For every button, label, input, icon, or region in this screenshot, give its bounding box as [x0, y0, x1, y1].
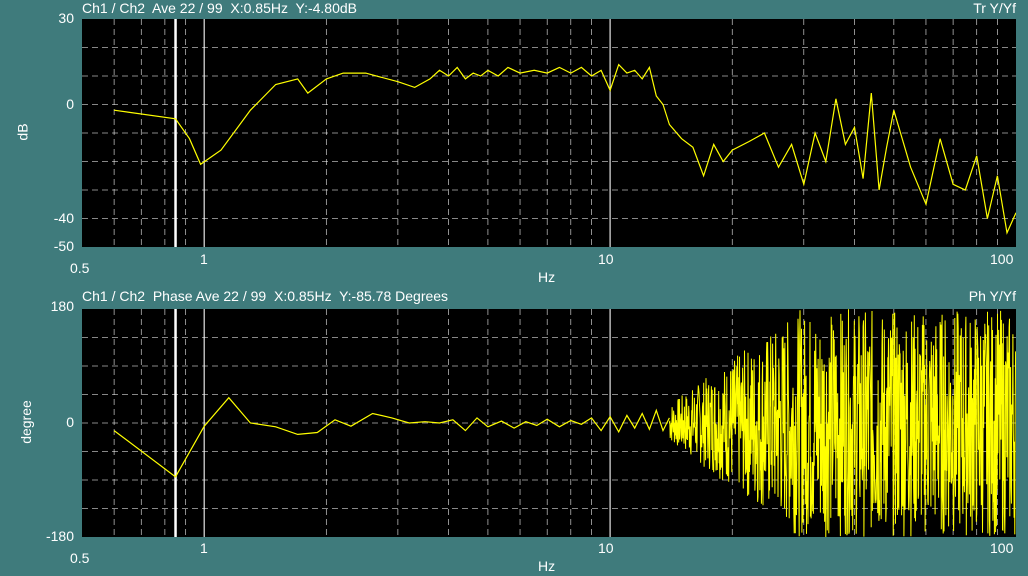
magnitude-x-axis-label: Hz: [538, 269, 556, 285]
magnitude-title: Ch1 / Ch2 Ave 22 / 99 X:0.85Hz Y:-4.80dB: [82, 0, 357, 16]
magnitude-panel: Ch1 / Ch2 Ave 22 / 99 X:0.85Hz Y:-4.80dB…: [0, 0, 1028, 288]
y-tick-label: 180: [50, 298, 74, 314]
magnitude-plot[interactable]: [82, 19, 1016, 247]
y-tick-label: -180: [45, 528, 74, 544]
x-tick-label: 10: [598, 540, 614, 556]
x-tick-label: 100: [990, 540, 1014, 556]
phase-mode-label: Ph Y/Yf: [968, 288, 1016, 304]
phase-x-axis-label: Hz: [538, 558, 556, 574]
y-tick-label: 30: [58, 10, 74, 26]
phase-y-axis-label: degree: [17, 400, 34, 444]
y-tick-label: 0: [66, 96, 74, 112]
x-tick-label: 1: [200, 540, 208, 556]
x-tick-label: 1: [200, 251, 208, 267]
magnitude-mode-label: Tr Y/Yf: [973, 0, 1016, 16]
x-tick-label: 10: [598, 251, 614, 267]
y-tick-label: -40: [53, 210, 74, 226]
x-tick-label: 0.5: [70, 550, 90, 566]
x-tick-label: 0.5: [70, 260, 90, 276]
phase-plot[interactable]: [82, 309, 1016, 537]
x-tick-label: 100: [990, 251, 1014, 267]
phase-title: Ch1 / Ch2 Phase Ave 22 / 99 X:0.85Hz Y:-…: [82, 288, 449, 304]
phase-panel: Ch1 / Ch2 Phase Ave 22 / 99 X:0.85Hz Y:-…: [0, 288, 1028, 576]
y-tick-label: -50: [53, 238, 74, 254]
magnitude-y-axis-label: dB: [14, 123, 31, 141]
